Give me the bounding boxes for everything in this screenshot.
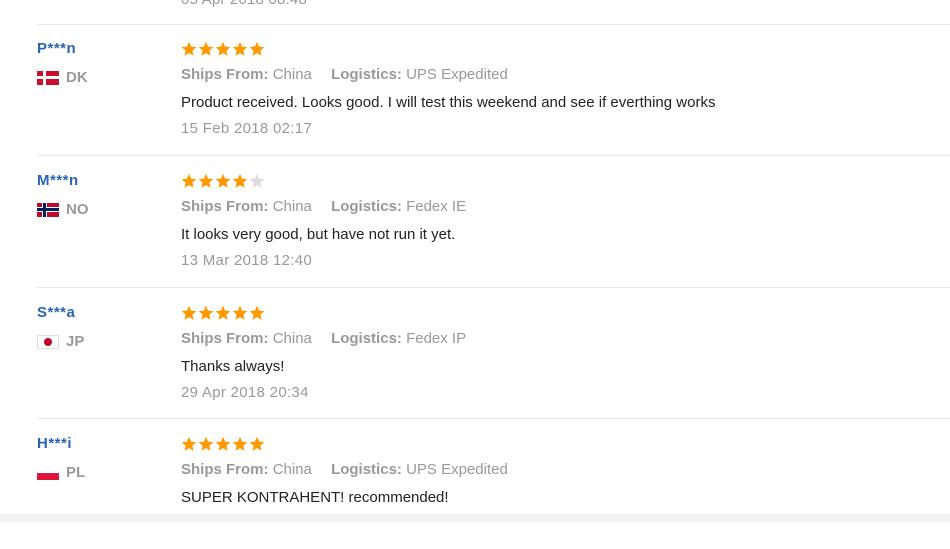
country-code: JP [66, 333, 85, 350]
shipping-info: Ships From: China Logistics: Fedex IP [181, 330, 466, 347]
country-code: DK [66, 69, 88, 86]
reviewer-name: M***n [37, 172, 79, 189]
star-filled-icon [215, 305, 231, 320]
star-filled-icon [215, 436, 231, 451]
ships-from-value: China [272, 198, 312, 215]
country-code: NO [66, 201, 89, 218]
reviewer-country: JP [37, 333, 84, 350]
reviewer-name: S***a [37, 304, 76, 321]
logistics-value: Fedex IE [406, 198, 467, 215]
star-filled-icon [249, 41, 265, 56]
reviewer-name: P***n [37, 40, 77, 57]
star-filled-icon [249, 305, 265, 320]
shipping-info: Ships From: China Logistics: Fedex IE [181, 198, 466, 215]
star-rating [181, 305, 266, 321]
star-filled-icon [181, 436, 197, 451]
star-filled-icon [232, 305, 248, 320]
star-rating [181, 436, 266, 452]
star-empty-icon [249, 173, 265, 188]
ships-from-label: Ships From: [181, 330, 269, 347]
logistics-value: UPS Expedited [406, 66, 508, 83]
star-filled-icon [232, 173, 248, 188]
logistics-label: Logistics: [331, 198, 402, 215]
ships-from-label: Ships From: [181, 461, 269, 478]
star-filled-icon [215, 41, 231, 56]
star-filled-icon [249, 436, 265, 451]
logistics-label: Logistics: [331, 330, 402, 347]
ships-from-value: China [272, 461, 312, 478]
star-filled-icon [181, 41, 197, 56]
reviewer-name: H***i [37, 435, 73, 452]
logistics-value: UPS Expedited [406, 461, 508, 478]
previous-review-date: 05 Apr 2018 08:48 [181, 0, 307, 8]
review-comment: It looks very good, but have not run it … [181, 226, 456, 243]
star-filled-icon [198, 436, 214, 451]
star-filled-icon [181, 305, 197, 320]
review-comment: Product received. Looks good. I will tes… [181, 94, 716, 111]
review-date: 15 Feb 2018 02:17 [181, 120, 313, 137]
star-filled-icon [181, 173, 197, 188]
page-bottom-bar [0, 514, 950, 522]
ships-from-label: Ships From: [181, 66, 269, 83]
review-item: M***n NO Ships From: China Logistics: Fe… [0, 156, 950, 286]
star-filled-icon [198, 305, 214, 320]
japan-flag-icon [37, 334, 59, 349]
star-filled-icon [198, 173, 214, 188]
denmark-flag-icon [37, 70, 59, 85]
shipping-info: Ships From: China Logistics: UPS Expedit… [181, 66, 508, 83]
star-filled-icon [232, 436, 248, 451]
star-filled-icon [198, 41, 214, 56]
shipping-info: Ships From: China Logistics: UPS Expedit… [181, 461, 508, 478]
ships-from-value: China [272, 66, 312, 83]
logistics-label: Logistics: [331, 461, 402, 478]
logistics-label: Logistics: [331, 66, 402, 83]
logistics-value: Fedex IP [406, 330, 467, 347]
review-item: H***i PL Ships From: China Logistics: UP… [0, 419, 950, 549]
ships-from-value: China [272, 330, 312, 347]
poland-flag-icon [37, 465, 59, 480]
review-item: P***n DK Ships From: China Logistics: UP… [0, 24, 950, 154]
reviewer-country: PL [37, 464, 85, 481]
star-rating [181, 41, 266, 57]
country-code: PL [66, 464, 86, 481]
review-comment: SUPER KONTRAHENT! recommended! [181, 489, 449, 506]
reviewer-country: NO [37, 201, 89, 218]
ships-from-label: Ships From: [181, 198, 269, 215]
star-rating [181, 173, 266, 189]
reviewer-country: DK [37, 69, 88, 86]
review-date: 29 Apr 2018 20:34 [181, 384, 309, 401]
review-comment: Thanks always! [181, 358, 285, 375]
star-filled-icon [215, 173, 231, 188]
review-item: S***a JP Ships From: China Logistics: Fe… [0, 288, 950, 418]
star-filled-icon [232, 41, 248, 56]
norway-flag-icon [37, 202, 59, 217]
review-date: 13 Mar 2018 12:40 [181, 252, 313, 269]
